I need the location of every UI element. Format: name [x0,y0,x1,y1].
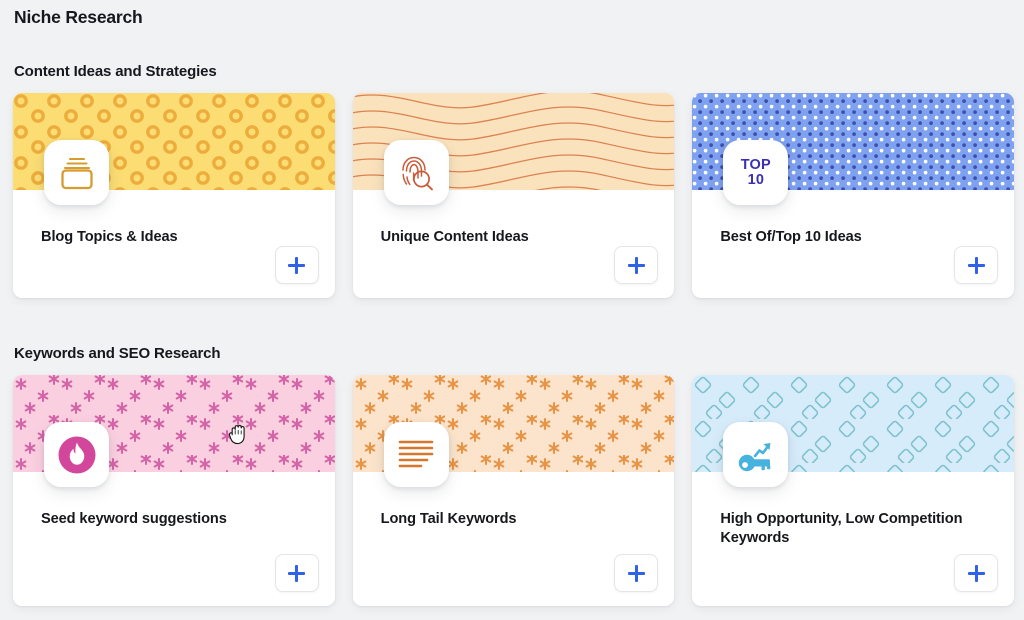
card-title: Long Tail Keywords [380,511,517,527]
add-button[interactable] [954,554,999,592]
card-title: Unique Content Ideas [380,229,529,245]
top-10-badge-icon: TOP 10 [723,140,789,205]
flame-circle-icon [44,422,109,487]
card-body: Unique Content Ideas [353,190,675,298]
add-button[interactable] [954,246,999,284]
text-lines-icon [383,422,449,487]
card-blog-topics-ideas[interactable]: Blog Topics & Ideas [13,93,335,298]
add-button[interactable] [274,554,319,592]
card-row-keywords-seo: Seed keyword suggestions Long Tail Keywo… [13,375,1015,606]
add-button[interactable] [274,246,319,284]
card-body: Long Tail Keywords [353,472,675,606]
section-heading-content-ideas: Content Ideas and Strategies [14,63,217,80]
ten-label: 10 [747,171,765,188]
card-body: Best Of/Top 10 Ideas [692,190,1014,298]
card-title: Blog Topics & Ideas [41,229,178,245]
card-title: High Opportunity, Low Competition Keywor… [720,511,963,547]
card-high-opportunity-low-competition-keywords[interactable]: High Opportunity, Low Competition Keywor… [692,375,1015,606]
plus-icon [288,564,306,582]
card-unique-content-ideas[interactable]: Unique Content Ideas [352,93,675,298]
card-title: Best Of/Top 10 Ideas [720,229,862,245]
add-button[interactable] [614,554,659,592]
plus-icon [288,256,306,274]
page-title: Niche Research [14,7,143,27]
section-heading-keywords-seo: Keywords and SEO Research [14,345,221,362]
key-growth-icon [723,422,789,487]
plus-icon [967,564,985,582]
card-best-of-top-10-ideas[interactable]: TOP 10 Best Of/Top 10 Ideas [692,93,1015,298]
card-seed-keyword-suggestions[interactable]: Seed keyword suggestions [13,375,335,606]
plus-icon [967,256,985,274]
card-body: High Opportunity, Low Competition Keywor… [692,472,1014,606]
card-body: Seed keyword suggestions [13,472,335,606]
plus-icon [627,256,645,274]
plus-icon [627,564,645,582]
fingerprint-search-icon [383,140,449,205]
card-row-content-ideas: Blog Topics & Ideas Unique Content Ideas… [13,93,1015,298]
card-title: Seed keyword suggestions [41,511,227,527]
top-label: TOP [740,156,771,173]
card-body: Blog Topics & Ideas [13,190,335,298]
file-box-icon [44,140,109,205]
add-button[interactable] [614,246,659,284]
card-long-tail-keywords[interactable]: Long Tail Keywords [352,375,675,606]
